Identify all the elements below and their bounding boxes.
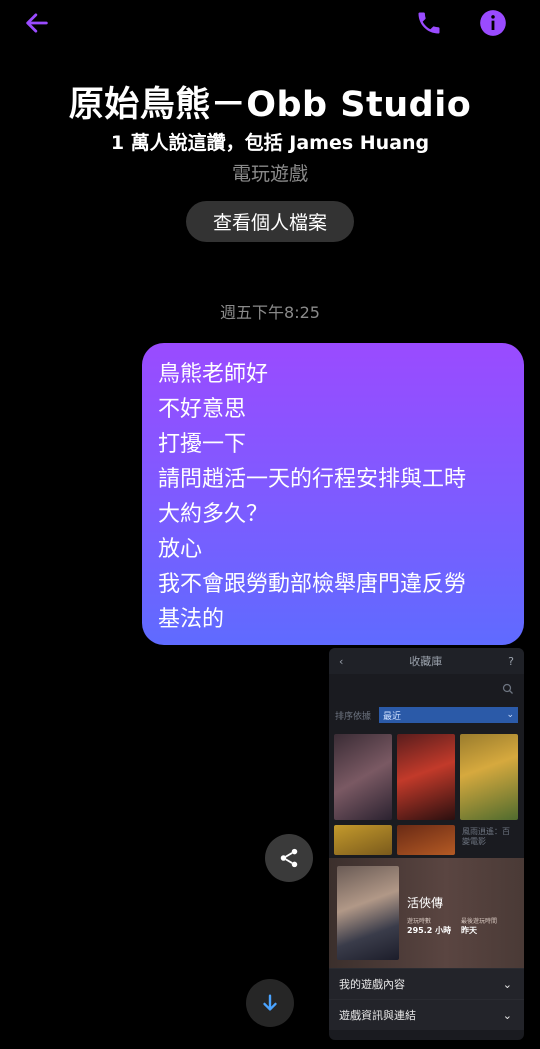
page-title: 原始鳥熊－Obb Studio (68, 85, 472, 125)
lastplayed-value: 昨天 (461, 926, 477, 935)
screenshot-header: ‹ 收藏庫 ? (329, 648, 524, 674)
game-title: 活俠傳 (407, 896, 444, 910)
message-line: 打擾一下 (158, 432, 247, 457)
filter-value: 最近 (383, 711, 402, 722)
message-line: 不好意思 (158, 397, 247, 422)
menu-item-label: 我的遊戲內容 (339, 978, 405, 991)
call-button[interactable] (414, 8, 444, 38)
share-button[interactable] (265, 834, 313, 882)
scroll-down-button[interactable] (246, 979, 294, 1027)
game-tile-text: 風雨逍遙：百變電影 (460, 825, 518, 859)
likes-summary: 1 萬人說這讚，包括 James Huang (110, 132, 430, 154)
message-line: 大約多久？ (158, 502, 269, 527)
view-profile-button[interactable]: 查看個人檔案 (186, 201, 354, 242)
phone-icon (418, 12, 440, 34)
back-button[interactable] (22, 8, 52, 38)
screenshot-title: 收藏庫 (409, 655, 443, 668)
screenshot-search (329, 674, 524, 704)
message-line: 請問趙活一天的行程安排與工時 (158, 467, 467, 492)
chevron-down-icon: ⌄ (502, 977, 512, 991)
filter-select: 最近 ⌄ (379, 707, 518, 723)
info-button[interactable] (478, 8, 508, 38)
message-line: 我不會跟勞動部檢舉唐門違反勞 (158, 572, 467, 597)
message-line: 放心 (158, 537, 203, 562)
playtime-label: 遊玩時數 (407, 918, 432, 925)
lastplayed-label: 最後遊玩時間 (461, 918, 498, 925)
menu-item-content: 我的遊戲內容 ⌄ (329, 968, 524, 999)
page-category: 電玩遊戲 (231, 163, 308, 185)
chevron-down-icon: ⌄ (506, 710, 514, 720)
arrow-down-icon (263, 994, 277, 1011)
playtime-value: 295.2 小時 (407, 926, 452, 935)
screenshot-help-icon: ? (508, 654, 514, 668)
screenshot-attachment[interactable]: ‹ 收藏庫 ? 排序依據 最近 ⌄ 風雨逍遙：百變電影 活俠傳 遊玩時數 295… (329, 648, 524, 1040)
chevron-down-icon: ⌄ (502, 1008, 512, 1022)
menu-item-label: 遊戲資訊與連結 (339, 1009, 416, 1022)
screenshot-back-icon: ‹ (339, 654, 344, 668)
game-cover (337, 866, 399, 960)
game-tile (397, 734, 455, 820)
screenshot-filter: 排序依據 最近 ⌄ (329, 704, 524, 726)
message-timestamp: 週五下午8:25 (220, 303, 320, 322)
arrow-left-icon (26, 13, 48, 33)
share-icon (280, 848, 298, 868)
message-bubble[interactable]: 鳥熊老師好 不好意思 打擾一下 請問趙活一天的行程安排與工時 大約多久？ 放心 … (142, 343, 524, 645)
menu-item-info: 遊戲資訊與連結 ⌄ (329, 999, 524, 1030)
search-icon (502, 683, 513, 694)
game-detail-panel: 活俠傳 遊玩時數 295.2 小時 最後遊玩時間 昨天 (329, 858, 524, 968)
game-tile (397, 825, 455, 855)
filter-label: 排序依據 (335, 711, 372, 722)
info-icon (480, 10, 506, 36)
top-bar (0, 0, 540, 46)
game-grid: 風雨逍遙：百變電影 (329, 726, 524, 859)
game-tile (460, 734, 518, 820)
message-line: 鳥熊老師好 (158, 362, 269, 387)
message-line: 基法的 (158, 607, 225, 632)
game-tile (334, 734, 392, 820)
screenshot-menu: 我的遊戲內容 ⌄ 遊戲資訊與連結 ⌄ (329, 968, 524, 1030)
game-tile (334, 825, 392, 855)
